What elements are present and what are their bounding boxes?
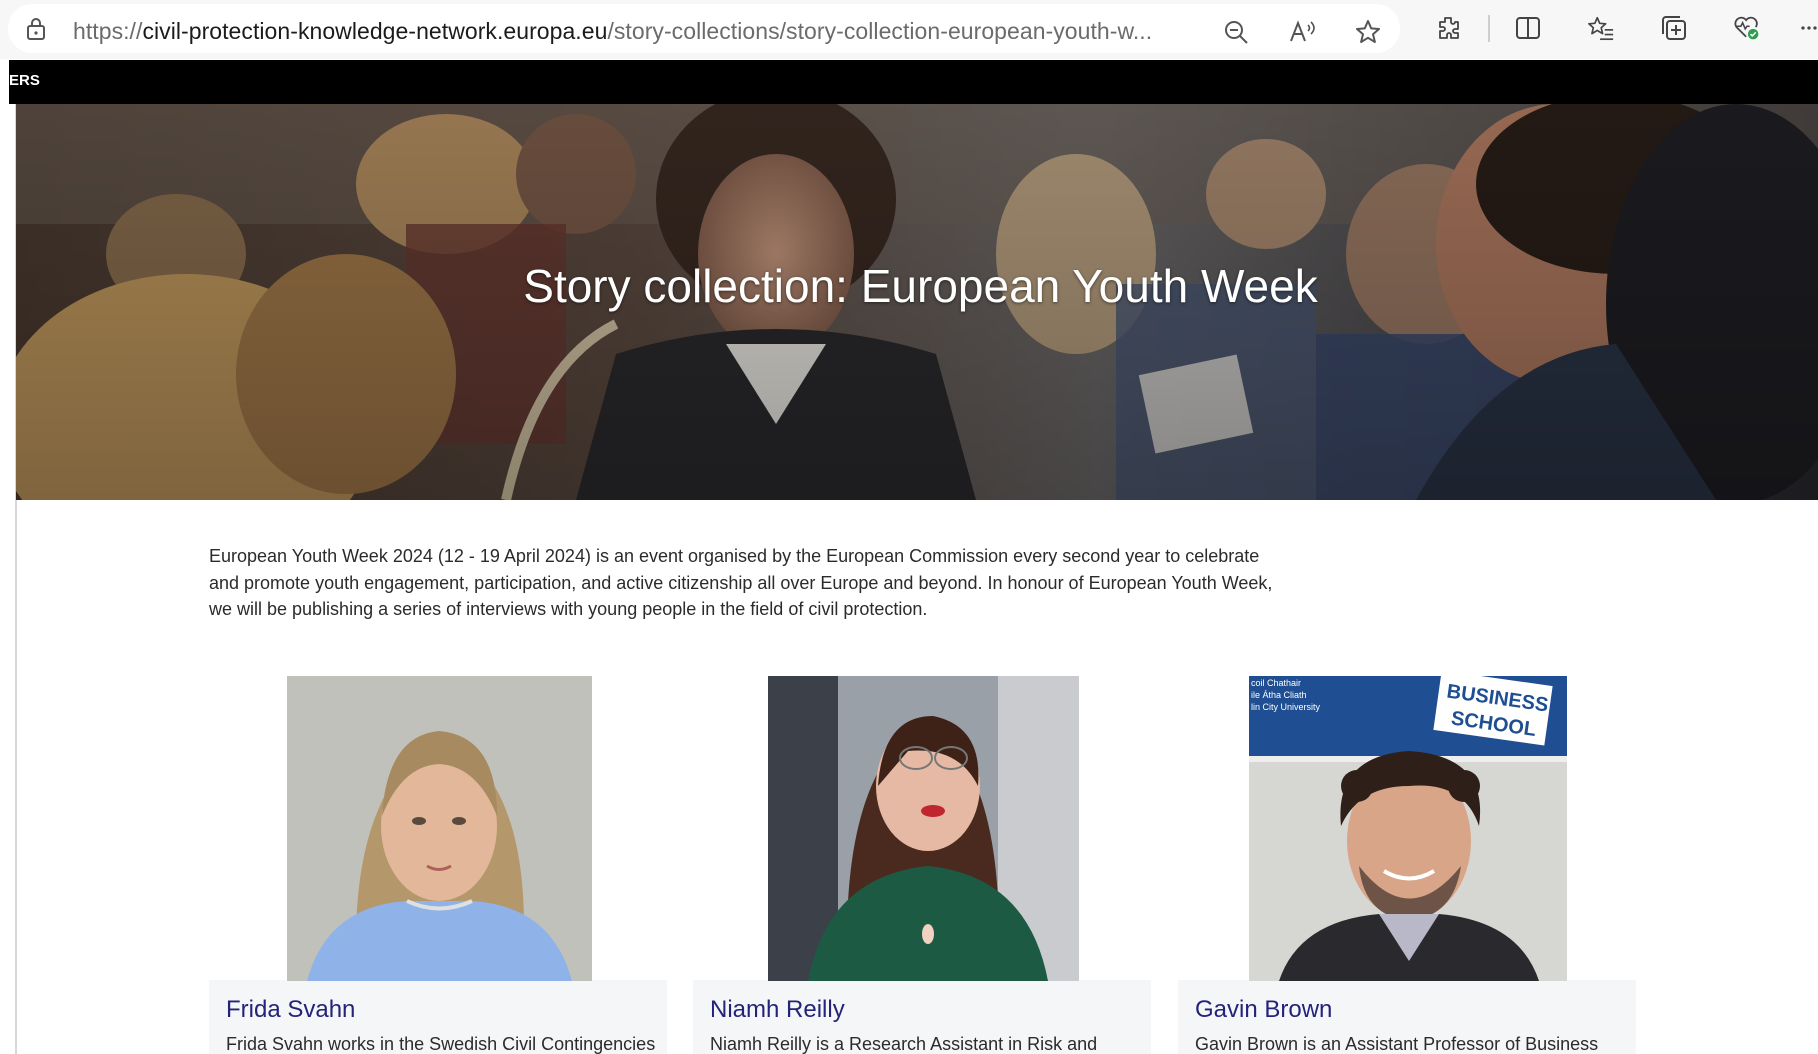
sign-text-line-2: ile Átha Cliath	[1251, 690, 1307, 700]
address-bar[interactable]: https://civil-protection-knowledge-netwo…	[8, 4, 1400, 53]
browser-essentials-icon[interactable]	[1733, 14, 1761, 42]
card-name[interactable]: Frida Svahn	[226, 996, 355, 1024]
site-top-bar: ERS	[9, 60, 1818, 104]
sign-text-line-1: coil Chathair	[1251, 678, 1301, 688]
extensions-icon[interactable]	[1434, 14, 1462, 42]
toolbar-separator	[1488, 15, 1490, 42]
intro-paragraph: European Youth Week 2024 (12 - 19 April …	[209, 546, 1273, 619]
zoom-out-icon[interactable]	[1222, 18, 1250, 46]
card-name[interactable]: Niamh Reilly	[710, 996, 845, 1024]
story-card-frida[interactable]: Frida Svahn Frida Svahn works in the Swe…	[209, 676, 667, 1054]
read-aloud-icon[interactable]	[1288, 18, 1316, 46]
collections-icon[interactable]	[1660, 14, 1688, 42]
favorite-star-icon[interactable]	[1354, 18, 1382, 46]
url-text[interactable]: https://civil-protection-knowledge-netwo…	[73, 18, 1152, 45]
favorites-icon[interactable]	[1587, 14, 1615, 42]
browser-toolbar: https://civil-protection-knowledge-netwo…	[0, 0, 1818, 59]
card-name[interactable]: Gavin Brown	[1195, 996, 1332, 1024]
portrait-frida[interactable]	[287, 676, 592, 981]
split-screen-icon[interactable]	[1514, 14, 1542, 42]
card-description: Niamh Reilly is a Research Assistant in …	[710, 1034, 1098, 1054]
hero-banner: Story collection: European Youth Week	[16, 104, 1818, 500]
sign-text-line-3: lin City University	[1251, 702, 1321, 712]
card-description: Frida Svahn works in the Swedish Civil C…	[226, 1034, 656, 1054]
site-nav-label[interactable]: ERS	[9, 72, 40, 89]
portrait-gavin[interactable]: coil Chathair ile Átha Cliath lin City U…	[1249, 676, 1567, 981]
story-card-niamh[interactable]: Niamh Reilly Niamh Reilly is a Research …	[693, 676, 1151, 1054]
portrait-niamh[interactable]	[768, 676, 1079, 981]
story-card-gavin[interactable]: coil Chathair ile Átha Cliath lin City U…	[1178, 676, 1636, 1054]
card-description: Gavin Brown is an Assistant Professor of…	[1195, 1034, 1599, 1054]
more-menu-icon[interactable]	[1800, 14, 1818, 42]
page-title: Story collection: European Youth Week	[523, 260, 1318, 312]
lock-icon[interactable]	[26, 17, 46, 41]
